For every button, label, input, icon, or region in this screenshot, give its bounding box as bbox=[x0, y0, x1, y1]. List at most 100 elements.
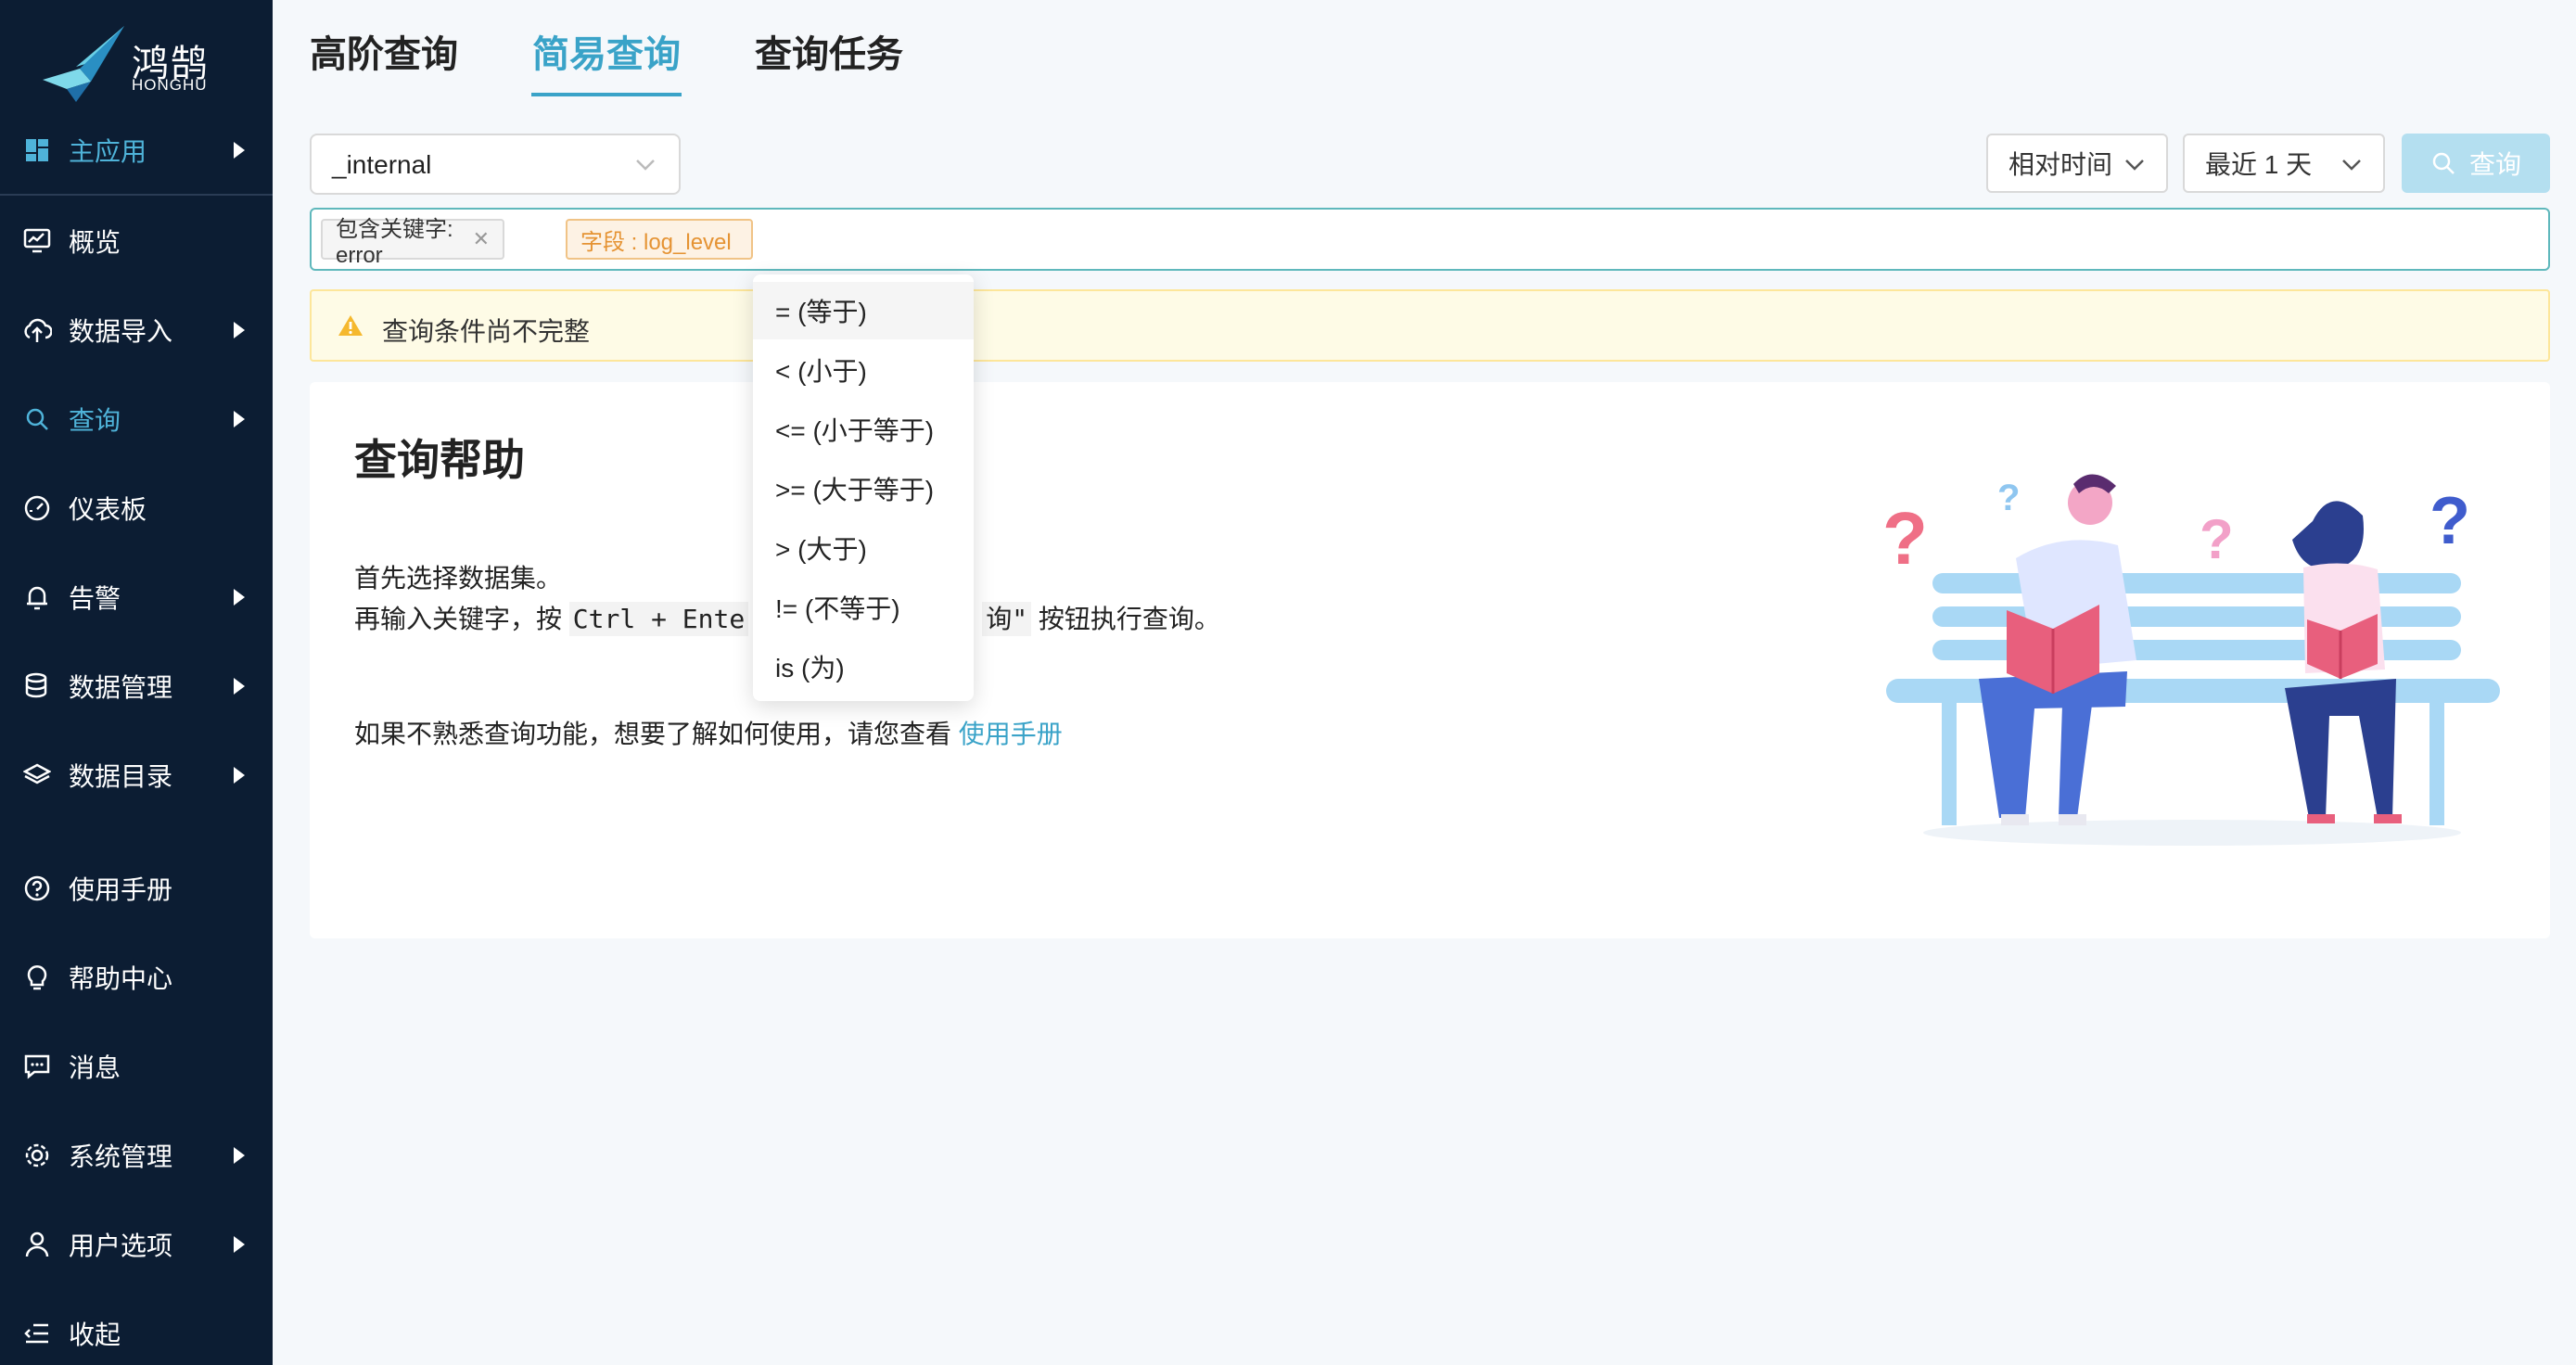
time-mode-select[interactable]: 相对时间 bbox=[1986, 134, 2168, 193]
search-icon bbox=[2432, 152, 2455, 174]
keyword-filter-text: 包含关键字: error bbox=[336, 216, 453, 268]
help-title: 查询帮助 bbox=[354, 436, 525, 484]
sidebar-item-main-app[interactable]: 主应用 bbox=[0, 122, 273, 178]
sidebar-item-label: 使用手册 bbox=[69, 875, 173, 904]
active-tab-indicator bbox=[531, 93, 682, 96]
sidebar-item-label: 帮助中心 bbox=[69, 964, 173, 993]
search-icon bbox=[22, 404, 52, 434]
layers-icon bbox=[22, 760, 52, 790]
query-button[interactable]: 查询 bbox=[2402, 134, 2550, 193]
user-icon bbox=[22, 1230, 52, 1259]
caret-right-icon bbox=[234, 589, 245, 606]
sidebar-item-label: 数据目录 bbox=[69, 762, 173, 791]
chevron-down-icon bbox=[2125, 159, 2144, 171]
sidebar-item-label: 系统管理 bbox=[69, 1142, 173, 1171]
sidebar-item-manual[interactable]: 使用手册 bbox=[0, 861, 273, 916]
manual-link[interactable]: 使用手册 bbox=[959, 720, 1063, 748]
svg-text:?: ? bbox=[1882, 497, 1928, 580]
sidebar-item-label: 仪表板 bbox=[69, 495, 147, 524]
time-range-select[interactable]: 最近 1 天 bbox=[2183, 134, 2385, 193]
operator-option-less[interactable]: < (小于) bbox=[753, 341, 974, 399]
operator-option-not-equal[interactable]: != (不等于) bbox=[753, 579, 974, 636]
sidebar-item-label: 主应用 bbox=[69, 137, 147, 166]
sidebar-item-label: 消息 bbox=[69, 1053, 121, 1082]
caret-right-icon bbox=[234, 142, 245, 159]
time-mode-value: 相对时间 bbox=[2009, 150, 2113, 179]
chevron-down-icon bbox=[2342, 159, 2361, 171]
sidebar-item-label: 数据管理 bbox=[69, 673, 173, 702]
caret-right-icon bbox=[234, 767, 245, 784]
tab-simple-query[interactable]: 简易查询 bbox=[532, 24, 681, 78]
query-help-card: 查询帮助 首先选择数据集。 再输入关键字，按 Ctrl + Ente 询" 按钮执… bbox=[310, 382, 2550, 938]
sidebar-item-label: 收起 bbox=[69, 1320, 121, 1349]
shortcut-code: Ctrl + Ente bbox=[568, 602, 749, 636]
sidebar-item-alerts[interactable]: 告警 bbox=[0, 569, 273, 625]
query-condition-input[interactable]: 包含关键字: error ✕ 字段 : log_level bbox=[310, 208, 2550, 271]
svg-text:?: ? bbox=[1997, 478, 2020, 518]
question-circle-icon bbox=[22, 874, 52, 903]
tab-advanced-query[interactable]: 高阶查询 bbox=[310, 24, 458, 78]
sidebar-item-messages[interactable]: 消息 bbox=[0, 1039, 273, 1094]
operator-option-greater[interactable]: > (大于) bbox=[753, 519, 974, 577]
warning-text: 查询条件尚不完整 bbox=[382, 317, 591, 346]
sidebar-item-label: 告警 bbox=[69, 584, 121, 613]
caret-right-icon bbox=[234, 1147, 245, 1164]
gauge-icon bbox=[22, 493, 52, 523]
cloud-upload-icon bbox=[22, 315, 52, 345]
sidebar-item-overview[interactable]: 概览 bbox=[0, 213, 273, 269]
help-line-prefix: 再输入关键字，按 bbox=[354, 605, 569, 633]
bird-logo-icon bbox=[43, 26, 124, 102]
svg-text:?: ? bbox=[2200, 508, 2234, 570]
sidebar-item-user-options[interactable]: 用户选项 bbox=[0, 1217, 273, 1272]
incomplete-query-warning: 查询条件尚不完整 bbox=[310, 289, 2550, 362]
message-icon bbox=[22, 1052, 52, 1081]
tab-query-tasks[interactable]: 查询任务 bbox=[755, 24, 903, 78]
caret-right-icon bbox=[234, 322, 245, 338]
warning-icon bbox=[338, 315, 363, 336]
help-line-select-dataset: 首先选择数据集。 bbox=[354, 564, 563, 593]
sidebar: 鸿鹄 HONGHU 主应用 概览 数据导入 查询 仪表板 告警 数据管理 数据目… bbox=[0, 0, 273, 1365]
caret-right-icon bbox=[234, 411, 245, 427]
operator-option-equal[interactable]: = (等于) bbox=[753, 282, 974, 339]
sidebar-item-dashboard[interactable]: 仪表板 bbox=[0, 480, 273, 536]
sidebar-item-data-import[interactable]: 数据导入 bbox=[0, 302, 273, 358]
dataset-select-value: _internal bbox=[332, 150, 432, 179]
operator-option-is[interactable]: is (为) bbox=[753, 638, 974, 695]
operator-option-less-equal[interactable]: <= (小于等于) bbox=[753, 401, 974, 458]
caret-right-icon bbox=[234, 1236, 245, 1253]
operator-option-greater-equal[interactable]: >= (大于等于) bbox=[753, 460, 974, 517]
monitor-chart-icon bbox=[22, 226, 52, 256]
help-line-manual-text: 如果不熟悉查询功能，想要了解如何使用，请您查看 bbox=[354, 720, 959, 748]
sidebar-item-data-management[interactable]: 数据管理 bbox=[0, 658, 273, 714]
sidebar-divider bbox=[0, 194, 273, 196]
sidebar-item-data-catalog[interactable]: 数据目录 bbox=[0, 747, 273, 803]
close-icon[interactable]: ✕ bbox=[473, 227, 490, 251]
sidebar-item-query[interactable]: 查询 bbox=[0, 391, 273, 447]
dataset-select[interactable]: _internal bbox=[310, 134, 681, 195]
menu-fold-icon bbox=[22, 1319, 52, 1348]
sidebar-item-help-center[interactable]: 帮助中心 bbox=[0, 950, 273, 1005]
brand-name-en: HONGHU bbox=[132, 76, 208, 94]
keyword-filter-chip[interactable]: 包含关键字: error ✕ bbox=[321, 217, 504, 268]
chevron-down-icon bbox=[636, 159, 655, 171]
caret-right-icon bbox=[234, 678, 245, 695]
field-filter-chip[interactable]: 字段 : log_level bbox=[566, 219, 753, 260]
shortcut-code-tail: 询" bbox=[982, 602, 1032, 636]
help-line-manual: 如果不熟悉查询功能，想要了解如何使用，请您查看 使用手册 bbox=[354, 714, 1063, 751]
query-button-label: 查询 bbox=[2468, 150, 2521, 179]
brand-logo[interactable]: 鸿鹄 HONGHU bbox=[39, 24, 243, 108]
operator-dropdown: = (等于) < (小于) <= (小于等于) >= (大于等于) > (大于)… bbox=[753, 274, 974, 701]
sidebar-item-label: 用户选项 bbox=[69, 1231, 173, 1260]
sidebar-item-collapse[interactable]: 收起 bbox=[0, 1306, 273, 1361]
svg-text:?: ? bbox=[2429, 484, 2470, 558]
sidebar-item-system[interactable]: 系统管理 bbox=[0, 1128, 273, 1183]
reading-people-illustration: ? ? ? ? bbox=[1882, 474, 2500, 846]
bell-icon bbox=[22, 582, 52, 612]
help-line-suffix: 按钮执行查询。 bbox=[1031, 605, 1220, 633]
sidebar-item-label: 查询 bbox=[69, 406, 121, 435]
time-range-value: 最近 1 天 bbox=[2205, 150, 2313, 179]
field-filter-text: 字段 : log_level bbox=[580, 229, 732, 255]
sidebar-item-label: 概览 bbox=[69, 228, 121, 257]
bulb-icon bbox=[22, 963, 52, 992]
gear-icon bbox=[22, 1141, 52, 1170]
